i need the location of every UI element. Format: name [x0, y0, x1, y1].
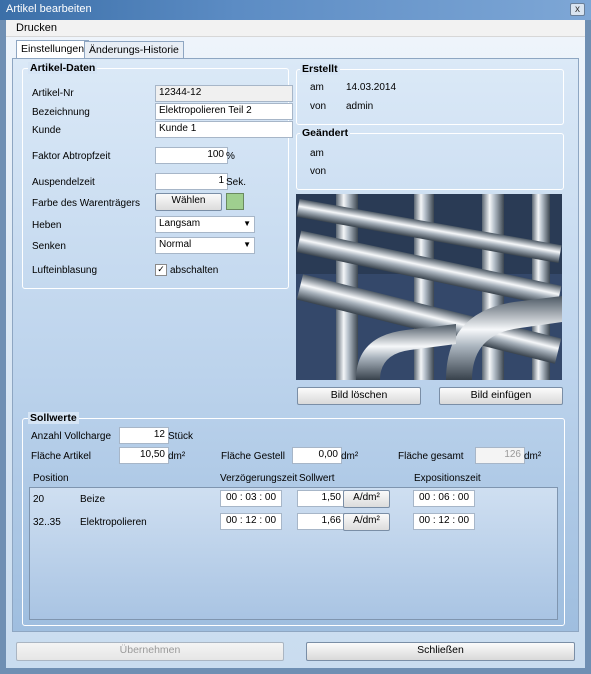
row-2-unit-button[interactable]: A/dm² — [343, 513, 390, 531]
color-swatch[interactable] — [226, 193, 244, 210]
header-verzoegerungszeit: Verzögerungszeit — [220, 473, 298, 484]
flaeche-artikel-field[interactable]: 10,50 — [119, 447, 169, 464]
row-2-position: 32..35 — [33, 517, 61, 528]
row-2-name: Elektropolieren — [80, 517, 147, 528]
senken-select[interactable]: Normal ▼ — [155, 237, 255, 254]
erstellt-von-label: von — [310, 101, 327, 112]
flaeche-artikel-label: Fläche Artikel — [31, 451, 92, 462]
lufteinblasung-label: Lufteinblasung — [32, 265, 98, 276]
row-2-verzoegerungszeit-field[interactable]: 00 : 12 : 00 — [220, 513, 282, 530]
row-1-name: Beize — [80, 494, 106, 505]
header-sollwert: Sollwert — [299, 473, 335, 484]
schliessen-button[interactable]: Schließen — [306, 642, 575, 661]
row-1-position: 20 — [33, 494, 45, 505]
article-photo — [296, 194, 562, 380]
flaeche-gestell-label: Fläche Gestell — [221, 451, 285, 462]
heben-select[interactable]: Langsam ▼ — [155, 216, 255, 233]
sollwerte-legend: Sollwerte — [28, 412, 79, 424]
flaeche-gesamt-label: Fläche gesamt — [398, 451, 464, 462]
flaeche-gestell-field[interactable]: 0,00 — [292, 447, 342, 464]
anzahl-vollcharge-label: Anzahl Vollcharge — [31, 431, 112, 442]
anzahl-vollcharge-field[interactable]: 12 — [119, 427, 169, 444]
erstellt-am-label: am — [310, 82, 324, 93]
senken-label: Senken — [32, 241, 66, 252]
row-1-expositionszeit-field[interactable]: 00 : 06 : 00 — [413, 490, 475, 507]
close-icon[interactable]: x — [570, 3, 585, 16]
row-1-sollwert-field[interactable]: 1,50 — [297, 490, 345, 507]
faktor-abtropfzeit-label: Faktor Abtropfzeit — [32, 151, 111, 162]
menu-item-drucken[interactable]: Drucken — [16, 22, 57, 34]
header-expositionszeit: Expositionszeit — [414, 473, 481, 484]
farbe-label: Farbe des Warenträgers — [32, 198, 141, 209]
faktor-unit: % — [226, 151, 235, 162]
auspendelzeit-label: Auspendelzeit — [32, 177, 95, 188]
chevron-down-icon: ▼ — [243, 240, 251, 249]
flaeche-gestell-unit: dm² — [341, 451, 359, 462]
artikel-nr-field[interactable]: 12344-12 — [155, 85, 293, 102]
heben-value: Langsam — [159, 218, 201, 229]
uebernehmen-button[interactable]: Übernehmen — [16, 642, 284, 661]
position-list[interactable] — [29, 487, 558, 620]
bild-einfuegen-button[interactable]: Bild einfügen — [439, 387, 563, 405]
row-2-sollwert-field[interactable]: 1,66 — [297, 513, 345, 530]
artikel-nr-label: Artikel-Nr — [32, 88, 74, 99]
heben-label: Heben — [32, 220, 62, 231]
geaendert-am-label: am — [310, 148, 324, 159]
erstellt-von-value: admin — [346, 101, 374, 112]
kunde-field[interactable]: Kunde 1 — [155, 121, 293, 138]
geaendert-von-label: von — [310, 166, 327, 177]
flaeche-gesamt-unit: dm² — [524, 451, 542, 462]
tab-aenderungs-historie[interactable]: Änderungs-Historie — [84, 41, 184, 58]
erstellt-group — [296, 69, 564, 125]
auspendelzeit-unit: Sek. — [226, 177, 247, 188]
erstellt-am-value: 14.03.2014 — [346, 82, 397, 93]
bild-loeschen-button[interactable]: Bild löschen — [297, 387, 421, 405]
geaendert-group — [296, 133, 564, 190]
geaendert-legend: Geändert — [300, 127, 351, 139]
senken-value: Normal — [159, 239, 192, 250]
menu-bar: Drucken — [6, 20, 585, 37]
kunde-label: Kunde — [32, 125, 61, 136]
bezeichnung-field[interactable]: Elektropolieren Teil 2 — [155, 103, 293, 120]
anzahl-unit: Stück — [168, 431, 194, 442]
waehlen-button[interactable]: Wählen — [155, 193, 222, 211]
flaeche-artikel-unit: dm² — [168, 451, 186, 462]
window-title: Artikel bearbeiten — [6, 3, 92, 15]
row-1-verzoegerungszeit-field[interactable]: 00 : 03 : 00 — [220, 490, 282, 507]
erstellt-legend: Erstellt — [300, 63, 340, 75]
header-position: Position — [33, 473, 69, 484]
abschalten-checkbox[interactable]: ✓ — [155, 264, 167, 276]
auspendelzeit-field[interactable]: 1 — [155, 173, 228, 190]
row-1-unit-button[interactable]: A/dm² — [343, 490, 390, 508]
bezeichnung-label: Bezeichnung — [32, 107, 90, 118]
flaeche-gesamt-field: 126 — [475, 447, 525, 464]
tab-einstellungen[interactable]: Einstellungen — [16, 40, 90, 58]
chevron-down-icon: ▼ — [243, 219, 251, 228]
artikel-daten-legend: Artikel-Daten — [28, 62, 98, 74]
faktor-abtropfzeit-field[interactable]: 100 — [155, 147, 228, 164]
abschalten-label: abschalten — [170, 265, 219, 276]
row-2-expositionszeit-field[interactable]: 00 : 12 : 00 — [413, 513, 475, 530]
